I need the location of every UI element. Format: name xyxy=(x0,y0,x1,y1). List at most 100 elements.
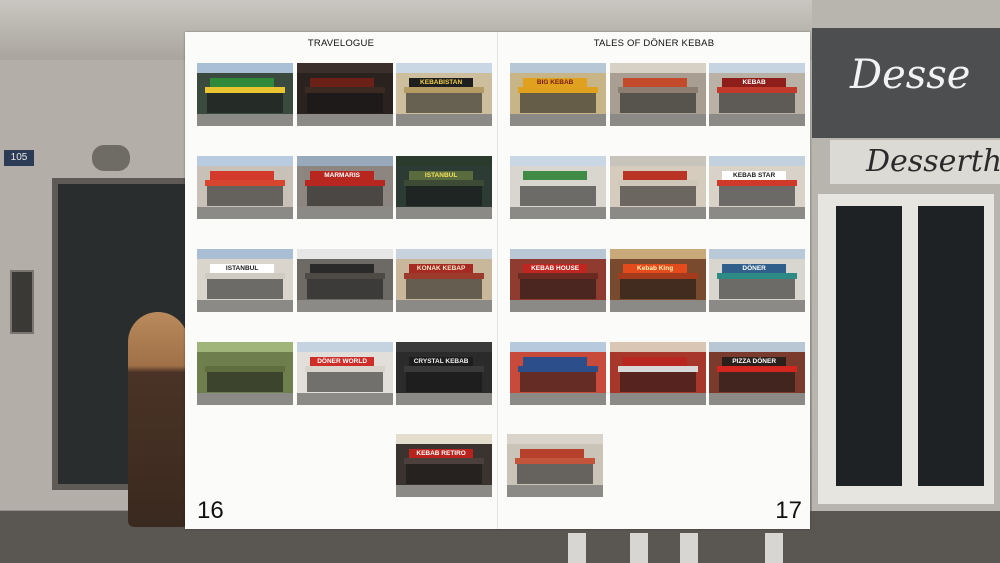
photo-shop-sign: PIZZA DÖNER xyxy=(722,357,786,366)
photo-shop-sign: MARMARIS xyxy=(310,171,374,180)
photo-shop-window xyxy=(619,372,697,392)
kebab-shop-photo xyxy=(507,434,603,497)
photo-pavement xyxy=(610,300,706,312)
photo-pavement xyxy=(507,485,603,497)
kebab-shop-photo: KONAK KEBAP xyxy=(396,249,492,312)
photo-pavement xyxy=(396,300,492,312)
photo-shop-sign xyxy=(310,264,374,273)
photo-pavement xyxy=(610,114,706,126)
photo-shop-sign: ISTANBUL xyxy=(210,264,274,273)
shop-window-pane xyxy=(918,206,984,486)
photo-shop-window xyxy=(405,464,483,484)
photo-shop-window xyxy=(619,279,697,299)
photo-shop-window xyxy=(306,93,384,113)
right-page-title: TALES OF DÖNER KEBAB xyxy=(593,38,715,49)
photo-shop-sign: DÖNER WORLD xyxy=(310,357,374,366)
photo-shop-window xyxy=(306,372,384,392)
photo-shop-sign xyxy=(523,357,587,366)
photo-pavement xyxy=(197,114,293,126)
photo-pavement xyxy=(610,393,706,405)
photo-pavement xyxy=(197,300,293,312)
photo-shop-sign: BIG KEBAB xyxy=(523,78,587,87)
photo-shop-sign xyxy=(210,357,274,366)
kebab-shop-photo xyxy=(197,156,293,219)
photo-pavement xyxy=(510,393,606,405)
kebab-shop-photo: Kebab King xyxy=(610,249,706,312)
photo-shop-window xyxy=(718,279,796,299)
photo-shop-window xyxy=(619,186,697,206)
photo-shop-window xyxy=(519,186,597,206)
kebab-shop-photo xyxy=(297,63,393,126)
kebab-shop-photo xyxy=(510,156,606,219)
photo-shop-window xyxy=(519,279,597,299)
kebab-shop-photo: KEBAB HOUSE xyxy=(510,249,606,312)
photo-shop-sign xyxy=(623,78,687,87)
photo-shop-sign: KEBABISTAN xyxy=(409,78,473,87)
photo-pavement xyxy=(709,207,805,219)
photo-pavement xyxy=(709,393,805,405)
photo-pavement xyxy=(510,207,606,219)
kebab-shop-photo xyxy=(197,63,293,126)
pedestrian-legs xyxy=(560,528,800,563)
photo-pavement xyxy=(297,393,393,405)
photo-pavement xyxy=(510,114,606,126)
photo-shop-sign xyxy=(520,449,584,458)
photo-shop-window xyxy=(206,93,284,113)
photo-shop-window xyxy=(405,186,483,206)
photo-shop-window xyxy=(206,279,284,299)
photo-pavement xyxy=(197,393,293,405)
kebab-shop-photo xyxy=(610,156,706,219)
photo-shop-window xyxy=(619,93,697,113)
photo-shop-sign: KEBAB HOUSE xyxy=(523,264,587,273)
kebab-shop-photo xyxy=(197,342,293,405)
photo-shop-window xyxy=(306,279,384,299)
kebab-shop-photo: ISTANBUL xyxy=(396,156,492,219)
photo-pavement xyxy=(396,485,492,497)
book-spread: TRAVELOGUE KEBABISTAN MARMARIS ISTANBUL IST… xyxy=(185,32,810,529)
photo-shop-window xyxy=(718,93,796,113)
photo-pavement xyxy=(297,114,393,126)
photo-shop-sign xyxy=(210,78,274,87)
left-page-number: 16 xyxy=(197,497,224,524)
kebab-shop-photo: KEBABISTAN xyxy=(396,63,492,126)
kebab-shop-photo: KEBAB STAR xyxy=(709,156,805,219)
photo-pavement xyxy=(610,207,706,219)
kebab-shop-photo: CRYSTAL KEBAB xyxy=(396,342,492,405)
photo-shop-window xyxy=(519,372,597,392)
photo-shop-sign xyxy=(210,171,274,180)
shop-sign-lower: Desserth xyxy=(830,140,1000,184)
photo-shop-window xyxy=(206,372,284,392)
photo-shop-window xyxy=(718,186,796,206)
photo-shop-sign: DÖNER xyxy=(722,264,786,273)
kebab-shop-photo: DÖNER WORLD xyxy=(297,342,393,405)
photo-shop-window xyxy=(206,186,284,206)
left-page: TRAVELOGUE KEBABISTAN MARMARIS ISTANBUL IST… xyxy=(185,32,497,529)
photo-pavement xyxy=(396,207,492,219)
photo-pavement xyxy=(297,207,393,219)
kebab-shop-photo: DÖNER xyxy=(709,249,805,312)
photo-shop-sign: KEBAB RETIRO xyxy=(409,449,473,458)
photo-shop-window xyxy=(718,372,796,392)
kebab-shop-photo xyxy=(510,342,606,405)
photo-pavement xyxy=(709,114,805,126)
kebab-shop-photo: BIG KEBAB xyxy=(510,63,606,126)
left-page-title: TRAVELOGUE xyxy=(307,38,375,49)
photo-shop-sign xyxy=(623,357,687,366)
wall-lamp xyxy=(92,145,130,171)
kebab-shop-photo: MARMARIS xyxy=(297,156,393,219)
photo-shop-window xyxy=(405,372,483,392)
right-page: TALES OF DÖNER KEBAB BIG KEBAB KEBAB KEBAB… xyxy=(498,32,810,529)
photo-shop-window xyxy=(519,93,597,113)
right-page-number: 17 xyxy=(775,497,802,524)
photo-pavement xyxy=(396,114,492,126)
photo-pavement xyxy=(510,300,606,312)
photo-shop-sign xyxy=(623,171,687,180)
photo-shop-sign: CRYSTAL KEBAB xyxy=(409,357,473,366)
kebab-shop-photo: KEBAB RETIRO xyxy=(396,434,492,497)
photo-pavement xyxy=(396,393,492,405)
photo-shop-sign xyxy=(310,78,374,87)
photo-shop-sign: ISTANBUL xyxy=(409,171,473,180)
photo-pavement xyxy=(297,300,393,312)
photo-pavement xyxy=(709,300,805,312)
photo-shop-window xyxy=(306,186,384,206)
